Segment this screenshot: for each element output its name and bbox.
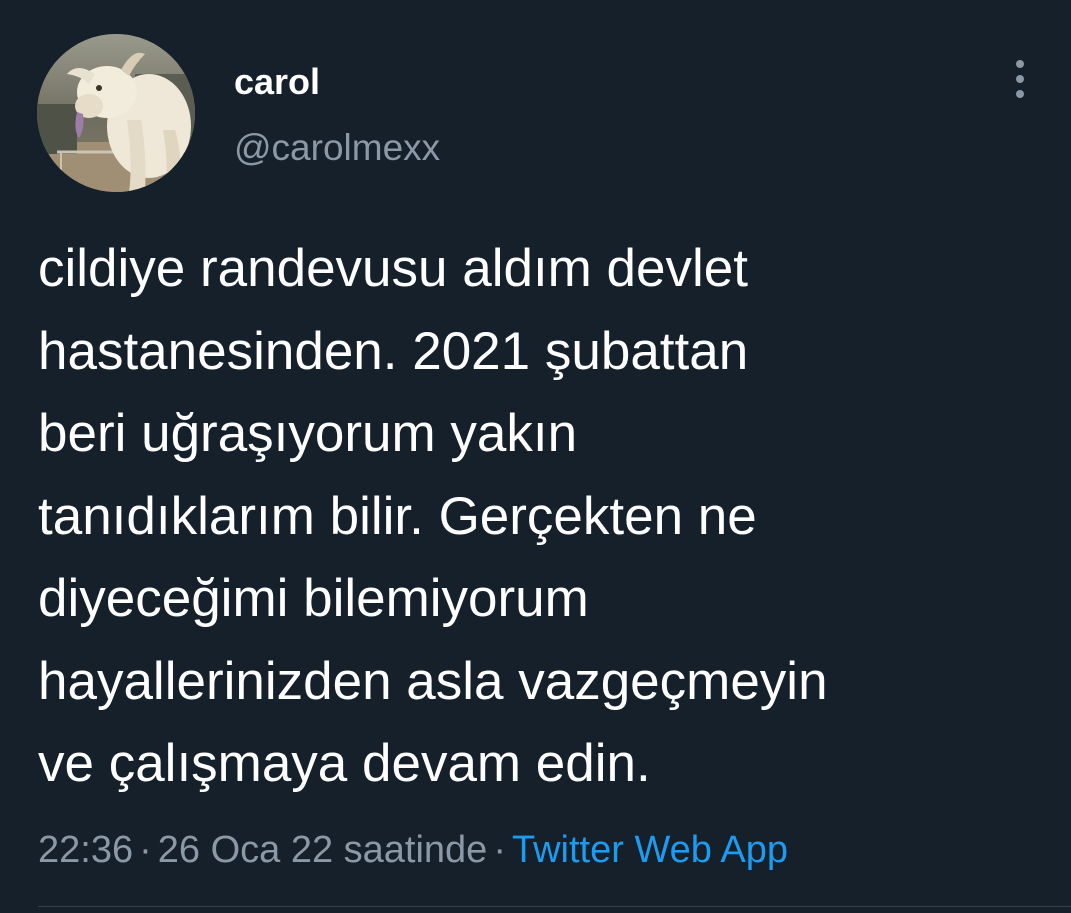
tweet-card: carol @carolmexx cildiye randevusu aldım… [0,0,1071,913]
tweet-text-line: hayallerinizden asla vazgeçmeyin [38,651,828,711]
meta-separator: · [493,829,506,871]
tweet-meta: 22:36 · 26 Oca 22 saatinde · Twitter Web App [38,826,788,874]
meta-separator: · [139,829,152,871]
goat-photo-avatar-icon [37,34,195,192]
more-vertical-icon-dot [1016,90,1024,98]
tweet-text-line: tanıdıklarım bilir. Gerçekten ne [38,486,757,546]
more-vertical-icon [1016,60,1024,68]
tweet-text-line: cildiye randevusu aldım devlet [38,239,748,298]
tweet-text-line: beri uğraşıyorum yakın [38,404,578,463]
tweet-text: cildiye randevusu aldım devlet hastanesi… [38,228,1048,806]
more-vertical-icon-dot [1016,75,1024,83]
tweet-source-link[interactable]: Twitter Web App [512,829,788,871]
display-name[interactable]: carol [234,60,320,104]
tweet-date[interactable]: 26 Oca 22 saatinde [158,829,488,871]
tweet-text-line: ve çalışmaya devam edin. [38,734,651,793]
avatar[interactable] [37,34,195,192]
divider [38,906,1071,907]
tweet-time[interactable]: 22:36 [38,829,133,871]
user-handle[interactable]: @carolmexx [234,126,440,170]
tweet-text-line: hastanesinden. 2021 şubattan [38,321,749,381]
more-options-button[interactable] [1000,56,1040,102]
tweet-text-line: diyeceğimi bilemiyorum [38,569,589,628]
